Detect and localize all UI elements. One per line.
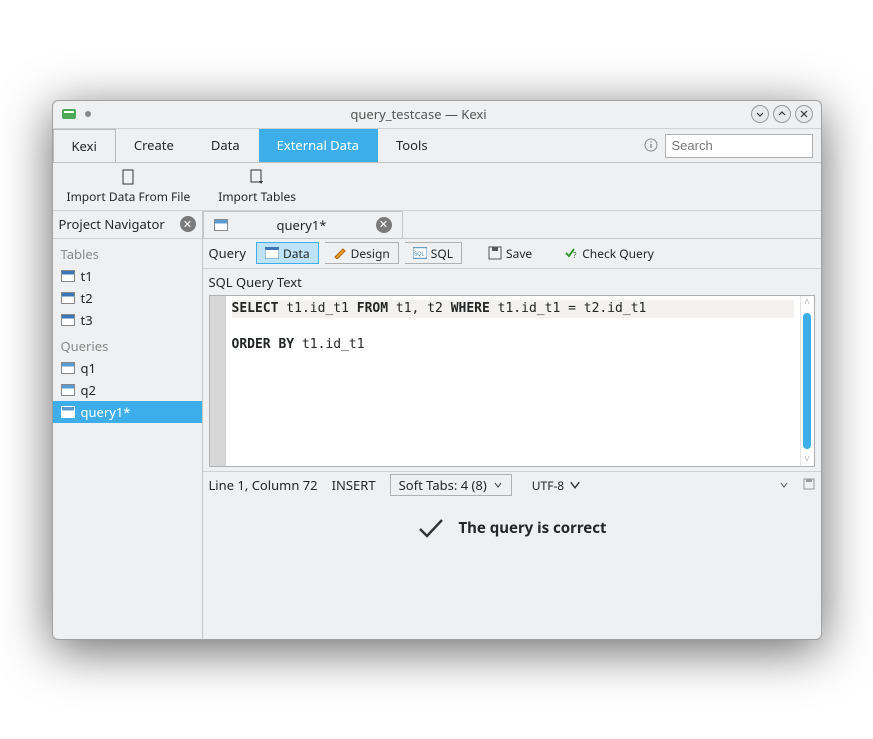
toolbar-mode-label: Query — [209, 244, 247, 262]
save-button[interactable]: Save — [482, 242, 538, 264]
nav-query-q2[interactable]: q2 — [53, 379, 202, 401]
scroll-down-icon[interactable]: ˅ — [804, 453, 810, 466]
table-icon — [61, 314, 75, 326]
query-icon — [214, 219, 228, 231]
sql-editor[interactable]: SELECT t1.id_t1 FROM t1, t2 WHERE t1.id_… — [209, 295, 815, 467]
svg-text:?: ? — [573, 250, 577, 260]
check-query-button[interactable]: ? Check Query — [558, 242, 660, 264]
editor-title: SQL Query Text — [203, 269, 821, 295]
design-icon — [333, 247, 347, 259]
document-tab-label: query1* — [236, 216, 368, 234]
import-data-from-file-button[interactable]: Import Data From File — [53, 166, 205, 207]
editor-statusbar: Line 1, Column 72 INSERT Soft Tabs: 4 (8… — [203, 471, 821, 499]
scroll-thumb[interactable] — [803, 313, 811, 449]
document-icon — [119, 168, 137, 186]
table-icon — [61, 270, 75, 282]
menu-tab-tools[interactable]: Tools — [378, 129, 447, 162]
app-window: query_testcase — Kexi Kexi Create Data E… — [52, 100, 822, 640]
query-icon — [61, 406, 75, 418]
svg-text:SQL: SQL — [414, 252, 425, 258]
section-label-queries: Queries — [53, 331, 202, 357]
mode-data-button[interactable]: Data — [256, 242, 319, 264]
sql-icon: SQL — [413, 247, 427, 259]
indent-combo[interactable]: Soft Tabs: 4 (8) — [390, 474, 512, 496]
overflow-menu-button[interactable] — [779, 476, 789, 494]
nav-query-query1[interactable]: query1* — [53, 401, 202, 423]
editor-scrollbar[interactable]: ˄ ˅ — [800, 296, 814, 466]
result-text: The query is correct — [459, 518, 607, 538]
nav-table-t2[interactable]: t2 — [53, 287, 202, 309]
main-menubar: Kexi Create Data External Data Tools — [53, 129, 821, 163]
nav-table-t3[interactable]: t3 — [53, 309, 202, 331]
project-navigator: Project Navigator ✕ Tables t1 t2 t3 Quer… — [53, 211, 203, 639]
menu-tab-data[interactable]: Data — [193, 129, 259, 162]
save-disk-icon[interactable] — [803, 476, 815, 494]
main-area: query1* ✕ Query Data Design SQL SQL — [203, 211, 821, 639]
navigator-title: Project Navigator — [59, 215, 165, 233]
insert-mode[interactable]: INSERT — [332, 476, 376, 494]
close-window-button[interactable] — [795, 105, 813, 123]
info-icon[interactable] — [637, 129, 665, 162]
ribbon: Import Data From File Import Tables — [53, 163, 821, 211]
mode-sql-button[interactable]: SQL SQL — [405, 242, 462, 264]
document-tab-query1[interactable]: query1* ✕ — [203, 211, 403, 238]
checkmark-icon — [417, 517, 445, 539]
save-icon — [488, 246, 502, 260]
check-icon: ? — [564, 246, 578, 260]
query-icon — [61, 362, 75, 374]
app-icon — [61, 106, 77, 122]
chevron-down-icon — [568, 478, 582, 492]
window-title: query_testcase — Kexi — [91, 105, 747, 123]
chevron-down-icon — [493, 480, 503, 490]
nav-table-t1[interactable]: t1 — [53, 265, 202, 287]
import-tables-button[interactable]: Import Tables — [204, 166, 310, 207]
menu-tab-create[interactable]: Create — [116, 129, 193, 162]
scroll-up-icon[interactable]: ˄ — [804, 296, 810, 309]
close-tab-button[interactable]: ✕ — [376, 217, 392, 233]
query-result: The query is correct — [203, 499, 821, 547]
document-tabs: query1* ✕ — [203, 211, 821, 239]
encoding-combo[interactable]: UTF-8 — [526, 474, 588, 496]
menu-tab-external-data[interactable]: External Data — [259, 129, 378, 162]
ribbon-label: Import Tables — [218, 188, 296, 205]
chevron-down-icon — [779, 480, 789, 490]
editor-gutter — [210, 296, 226, 466]
minimize-button[interactable] — [751, 105, 769, 123]
maximize-button[interactable] — [773, 105, 791, 123]
table-import-icon — [248, 168, 266, 186]
navigator-header: Project Navigator ✕ — [53, 211, 202, 239]
section-label-tables: Tables — [53, 239, 202, 265]
ribbon-label: Import Data From File — [67, 188, 191, 205]
titlebar: query_testcase — Kexi — [53, 101, 821, 129]
table-icon — [61, 292, 75, 304]
cursor-position: Line 1, Column 72 — [209, 476, 318, 494]
nav-query-q1[interactable]: q1 — [53, 357, 202, 379]
editor-content[interactable]: SELECT t1.id_t1 FROM t1, t2 WHERE t1.id_… — [226, 296, 800, 466]
menu-tab-kexi[interactable]: Kexi — [53, 129, 116, 162]
close-navigator-button[interactable]: ✕ — [180, 216, 196, 232]
data-view-icon — [265, 247, 279, 259]
query-icon — [61, 384, 75, 396]
mode-design-button[interactable]: Design — [325, 242, 399, 264]
query-toolbar: Query Data Design SQL SQL Save — [203, 239, 821, 269]
search-input[interactable] — [665, 134, 813, 158]
